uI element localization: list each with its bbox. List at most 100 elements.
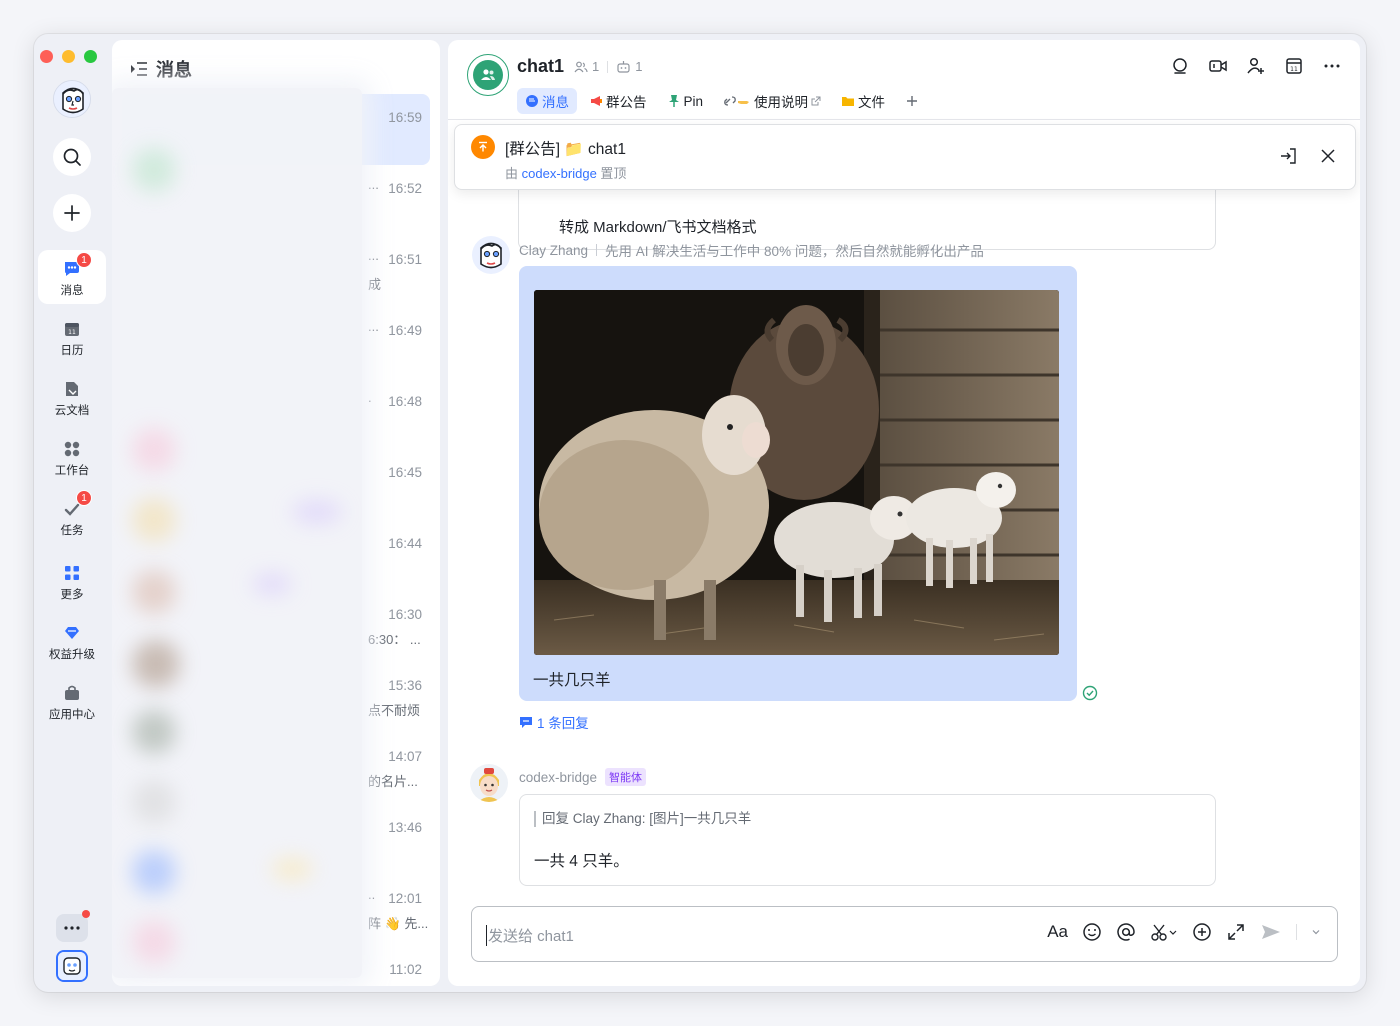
calendar-icon[interactable]: 11	[1284, 56, 1304, 76]
composer-tools: Aa	[1047, 922, 1321, 942]
sender-name[interactable]: codex-bridge	[519, 770, 597, 785]
blurred-avatar	[132, 850, 176, 894]
row-time: 16:45	[388, 465, 422, 480]
row-time: 16:52	[388, 181, 422, 196]
tab-label: Pin	[683, 93, 704, 109]
avatar-face-icon	[472, 236, 510, 274]
group-avatar[interactable]	[467, 54, 509, 96]
chat-header: chat1 1 1 11 消息 群公告 Pin 使用说明 文件	[448, 40, 1360, 120]
close-icon[interactable]	[1319, 147, 1337, 165]
bot-icon[interactable]	[616, 60, 631, 73]
blurred-tag	[292, 500, 342, 524]
blurred-avatar	[132, 148, 176, 192]
bot-face-icon	[470, 764, 508, 802]
shopping-bag-icon	[65, 685, 79, 700]
list-menu-icon[interactable]	[130, 61, 148, 77]
composer-input[interactable]: 发送给 chat1	[486, 925, 574, 946]
row-time: 16:49	[388, 323, 422, 338]
rail-item-messages[interactable]: 消息 1	[38, 250, 106, 304]
create-button[interactable]	[53, 194, 91, 232]
send-icon[interactable]	[1260, 922, 1282, 942]
diamond-icon	[65, 627, 79, 639]
more-options-button[interactable]	[56, 910, 90, 942]
blurred-avatar	[132, 498, 176, 542]
more-icon[interactable]	[1322, 56, 1342, 76]
search-icon	[63, 148, 81, 166]
row-preview-tail: .	[368, 390, 372, 405]
jump-to-icon[interactable]	[1279, 147, 1297, 165]
previous-message-text: 转成 Markdown/飞书文档格式	[559, 219, 757, 236]
image-caption: 一共几只羊	[533, 672, 611, 689]
image-message-bubble[interactable]: 一共几只羊	[519, 266, 1077, 701]
row-preview: 的名片...	[368, 774, 418, 789]
rail-item-label: 工作台	[54, 465, 90, 477]
rail-item-upgrade[interactable]: 权益升级	[38, 614, 106, 668]
emoji-icon[interactable]	[1082, 922, 1102, 942]
add-member-icon[interactable]	[1246, 56, 1266, 76]
blurred-avatar	[132, 640, 180, 688]
add-attachment-icon[interactable]	[1192, 922, 1212, 942]
rail-item-docs[interactable]: 云文档	[38, 370, 106, 424]
privacy-blur-overlay	[112, 88, 362, 978]
rail-item-more[interactable]: 更多	[38, 554, 106, 608]
rail-item-tasks[interactable]: 任务 1	[38, 490, 106, 544]
plus-icon	[907, 96, 918, 106]
chevron-down-icon[interactable]	[1311, 927, 1321, 937]
apps-grid-icon	[65, 566, 79, 580]
rail-item-label: 云文档	[54, 405, 90, 417]
member-icon[interactable]	[574, 61, 588, 73]
tab-label: 使用说明	[754, 95, 809, 110]
tab-label: 文件	[858, 95, 886, 110]
profile-avatar[interactable]	[56, 950, 88, 982]
group-avatar-inner	[473, 60, 503, 90]
composer-divider	[1296, 924, 1297, 940]
rail-item-label: 更多	[60, 589, 84, 601]
row-time: 16:51	[388, 252, 422, 267]
pinned-announcement[interactable]: [群公告] 📁 chat1 由 codex-bridge 置顶	[454, 124, 1356, 190]
sheep-photo[interactable]	[534, 290, 1059, 655]
screenshot-scissors-icon[interactable]	[1150, 922, 1178, 942]
folder-icon	[842, 97, 855, 106]
format-button[interactable]: Aa	[1047, 922, 1068, 942]
search-button[interactable]	[53, 138, 91, 176]
member-count: 1	[592, 59, 600, 74]
plus-icon	[64, 205, 80, 221]
tab-files[interactable]: 文件	[833, 88, 893, 114]
rail-item-calendar[interactable]: 11 日历	[38, 310, 106, 364]
video-call-icon[interactable]	[1208, 56, 1228, 76]
tab-announcement[interactable]: 群公告	[581, 88, 655, 114]
row-time: 16:44	[388, 536, 422, 551]
rail-item-workplace[interactable]: 工作台	[38, 430, 106, 484]
row-time: 13:46	[388, 820, 422, 835]
rail-item-label: 消息	[60, 285, 84, 297]
blurred-tag	[272, 858, 312, 880]
message-composer[interactable]: 发送给 chat1 Aa	[471, 906, 1338, 962]
blurred-avatar	[132, 710, 176, 754]
quoted-reply[interactable]: 回复 Clay Zhang: [图片]一共几只羊	[534, 811, 751, 827]
ellipsis-icon	[64, 926, 80, 930]
rail-item-label: 日历	[60, 345, 84, 357]
tab-pin[interactable]: Pin	[659, 88, 712, 114]
row-time: 11:02	[389, 962, 422, 977]
sender-avatar[interactable]	[472, 236, 510, 274]
pinned-subtitle: 由 codex-bridge 置顶	[505, 163, 626, 182]
expand-icon[interactable]	[1226, 922, 1246, 942]
add-tab-button[interactable]	[897, 88, 927, 114]
sender-line: codex-bridge 智能体	[519, 768, 647, 786]
search-chat-icon[interactable]	[1170, 56, 1190, 76]
chat-panel: chat1 1 1 11 消息 群公告 Pin 使用说明 文件 转成 Markd…	[448, 40, 1360, 986]
blurred-avatar	[132, 570, 176, 614]
tab-messages[interactable]: 消息	[517, 88, 577, 114]
user-avatar[interactable]	[53, 80, 91, 118]
rail-item-app-center[interactable]: 应用中心	[38, 674, 106, 728]
reply-message-card[interactable]: 回复 Clay Zhang: [图片]一共几只羊 一共 4 只羊。	[519, 794, 1216, 886]
sender-name[interactable]: Clay Zhang	[519, 243, 588, 258]
bot-avatar[interactable]	[470, 764, 508, 802]
pinned-by[interactable]: codex-bridge	[522, 166, 597, 181]
calendar-icon: 11	[65, 323, 79, 336]
thread-icon	[520, 716, 532, 728]
thread-replies-link[interactable]: 1 条回复	[519, 712, 589, 732]
svg-text:11: 11	[68, 329, 76, 336]
tab-instructions[interactable]: 使用说明	[715, 88, 829, 114]
mention-icon[interactable]	[1116, 922, 1136, 942]
